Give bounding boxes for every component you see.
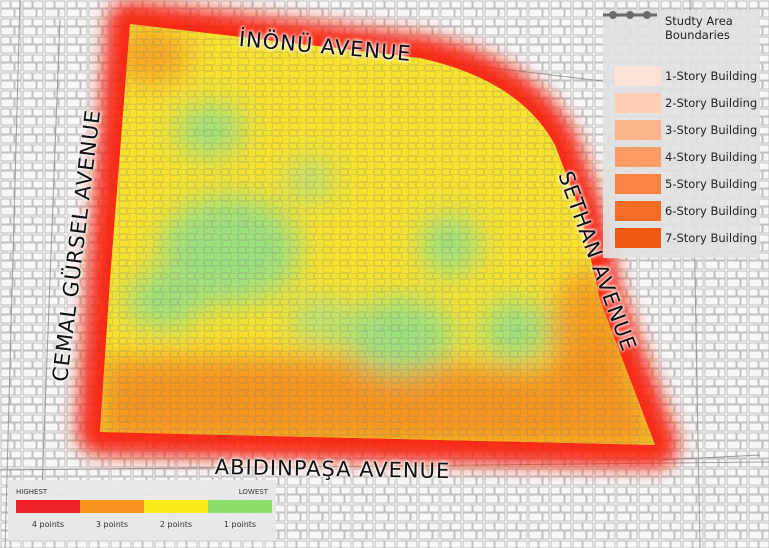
scale-class-label: 3 points [95, 520, 129, 529]
scale-color-bar [144, 500, 208, 513]
legend-label: 6-Story Building [665, 204, 758, 218]
legend-row: 7-Story Building [603, 228, 760, 250]
legend-label: 3-Story Building [665, 123, 758, 137]
legend-row: 5-Story Building [603, 174, 760, 196]
legend-swatch [615, 147, 661, 167]
legend-swatch [615, 201, 661, 221]
legend-row: 2-Story Building [603, 93, 760, 115]
scale-color-bar [208, 500, 272, 513]
score-scale-legend: HIGHEST LOWEST 4 points 3 points 2 points 1… [8, 480, 276, 540]
map-legend: Studty Area Boundaries 1-Story Building 2… [603, 10, 760, 258]
scale-color-bar [80, 500, 144, 513]
boundary-line-symbol [603, 11, 657, 19]
legend-label: 1-Story Building [665, 69, 758, 83]
legend-swatch [615, 228, 661, 248]
legend-row: 6-Story Building [603, 201, 760, 223]
legend-row: 1-Story Building [603, 66, 760, 88]
scale-class-label: 4 points [31, 520, 65, 529]
legend-label: 4-Story Building [665, 150, 758, 164]
legend-swatch [615, 93, 661, 113]
scale-class-label: 2 points [159, 520, 193, 529]
scale-class-label: 1 points [223, 520, 257, 529]
legend-swatch [615, 174, 661, 194]
legend-swatch [615, 66, 661, 86]
boundary-legend-label: Studty Area Boundaries [665, 14, 733, 42]
legend-label: 7-Story Building [665, 231, 758, 245]
scale-color-bar [16, 500, 80, 513]
scale-high-label: HIGHEST [16, 488, 48, 496]
legend-row: 4-Story Building [603, 147, 760, 169]
legend-swatch [615, 120, 661, 140]
legend-label: 5-Story Building [665, 177, 758, 191]
scale-low-label: LOWEST [238, 488, 268, 496]
legend-row: 3-Story Building [603, 120, 760, 142]
legend-label: 2-Story Building [665, 96, 758, 110]
heatmap-map: İNÖNÜ AVENUE CEMAL GÜRSEL AVENUE SETHAN … [0, 0, 769, 548]
street-label-south: ABIDINPAŞA AVENUE [214, 455, 451, 484]
